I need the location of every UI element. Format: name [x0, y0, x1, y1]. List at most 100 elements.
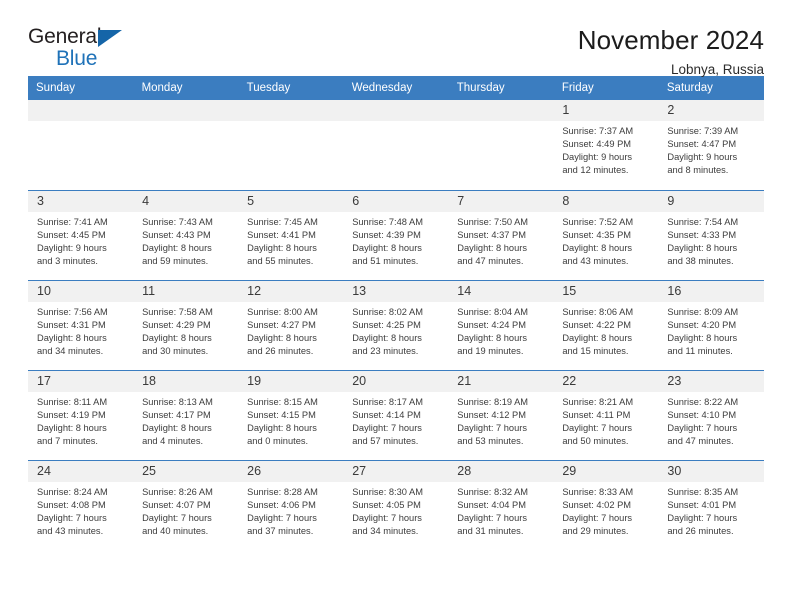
daylight-text-line2: and 51 minutes.: [352, 255, 419, 266]
calendar-day-cell[interactable]: 27 Sunrise: 8:30 AM Sunset: 4:05 PM Dayligh…: [343, 459, 449, 550]
calendar-day-cell[interactable]: 16 Sunrise: 8:09 AM Sunset: 4:20 PM Dayligh…: [658, 279, 764, 370]
sunset-text: Sunset: 4:22 PM: [562, 319, 632, 330]
weekday-header-saturday: Saturday: [658, 76, 765, 100]
day-sun-info: Sunrise: 7:39 AM Sunset: 4:47 PM Daylight:…: [658, 121, 763, 177]
calendar-day-cell[interactable]: 15 Sunrise: 8:06 AM Sunset: 4:22 PM Dayligh…: [553, 279, 659, 370]
calendar-table: Sunday Monday Tuesday Wednesday Thursday…: [28, 76, 765, 550]
daylight-text-line2: and 59 minutes.: [142, 255, 209, 266]
calendar-day-cell[interactable]: 2 Sunrise: 7:39 AM Sunset: 4:47 PM Daylight…: [658, 100, 764, 190]
day-sun-info: Sunrise: 8:26 AM Sunset: 4:07 PM Daylight:…: [133, 482, 238, 538]
calendar-day-cell[interactable]: 22 Sunrise: 8:21 AM Sunset: 4:11 PM Dayligh…: [553, 369, 659, 460]
calendar-day-cell[interactable]: 28 Sunrise: 8:32 AM Sunset: 4:04 PM Dayligh…: [448, 459, 554, 550]
day-number: 21: [448, 370, 554, 392]
calendar-week-row: 1 Sunrise: 7:37 AM Sunset: 4:49 PM Daylight…: [28, 100, 764, 190]
daylight-text-line1: Daylight: 7 hours: [37, 512, 107, 523]
daylight-text-line1: Daylight: 8 hours: [142, 332, 212, 343]
day-number: 7: [448, 190, 554, 212]
day-number: 26: [238, 460, 344, 482]
daylight-text-line1: Daylight: 8 hours: [562, 242, 633, 253]
calendar-day-cell[interactable]: 29 Sunrise: 8:33 AM Sunset: 4:02 PM Dayligh…: [553, 459, 659, 550]
sunrise-text: Sunrise: 7:52 AM: [562, 216, 634, 227]
day-sun-info: Sunrise: 8:19 AM Sunset: 4:12 PM Daylight:…: [448, 392, 553, 448]
daylight-text-line2: and 7 minutes.: [37, 435, 98, 446]
calendar-day-cell[interactable]: 17 Sunrise: 8:11 AM Sunset: 4:19 PM Dayligh…: [28, 369, 134, 460]
daylight-text-line2: and 43 minutes.: [562, 255, 629, 266]
calendar-day-cell[interactable]: 25 Sunrise: 8:26 AM Sunset: 4:07 PM Dayligh…: [133, 459, 239, 550]
day-number: 29: [553, 460, 659, 482]
calendar-day-cell[interactable]: 6 Sunrise: 7:48 AM Sunset: 4:39 PM Daylight…: [343, 189, 449, 280]
daylight-text-line1: Daylight: 8 hours: [247, 422, 317, 433]
calendar-day-cell[interactable]: 24 Sunrise: 8:24 AM Sunset: 4:08 PM Dayligh…: [28, 459, 134, 550]
day-sun-info: Sunrise: 7:56 AM Sunset: 4:31 PM Daylight:…: [28, 302, 133, 358]
calendar-day-cell[interactable]: 19 Sunrise: 8:15 AM Sunset: 4:15 PM Dayligh…: [238, 369, 344, 460]
day-sun-info: Sunrise: 8:35 AM Sunset: 4:01 PM Daylight:…: [658, 482, 763, 538]
calendar-week-row: 3 Sunrise: 7:41 AM Sunset: 4:45 PM Daylight…: [28, 189, 764, 280]
day-number: [28, 100, 134, 121]
day-number: 24: [28, 460, 134, 482]
calendar-week-row: 10 Sunrise: 7:56 AM Sunset: 4:31 PM Dayligh…: [28, 279, 764, 370]
daylight-text-line1: Daylight: 7 hours: [142, 512, 212, 523]
day-number: 8: [553, 190, 659, 212]
day-sun-info: Sunrise: 8:09 AM Sunset: 4:20 PM Daylight:…: [658, 302, 763, 358]
sunset-text: Sunset: 4:45 PM: [37, 229, 106, 240]
calendar-day-cell[interactable]: 5 Sunrise: 7:45 AM Sunset: 4:41 PM Daylight…: [238, 189, 344, 280]
calendar-day-cell[interactable]: 14 Sunrise: 8:04 AM Sunset: 4:24 PM Dayligh…: [448, 279, 554, 370]
sunset-text: Sunset: 4:12 PM: [457, 409, 526, 420]
calendar-day-cell[interactable]: 13 Sunrise: 8:02 AM Sunset: 4:25 PM Dayligh…: [343, 279, 449, 370]
sunset-text: Sunset: 4:49 PM: [562, 139, 632, 150]
sunrise-text: Sunrise: 7:54 AM: [667, 216, 739, 227]
general-blue-logo[interactable]: General Blue: [28, 26, 140, 72]
calendar-day-cell[interactable]: 18 Sunrise: 8:13 AM Sunset: 4:17 PM Dayligh…: [133, 369, 239, 460]
sunset-text: Sunset: 4:25 PM: [352, 319, 421, 330]
calendar-week-row: 17 Sunrise: 8:11 AM Sunset: 4:19 PM Dayligh…: [28, 369, 764, 460]
calendar-day-cell[interactable]: 8 Sunrise: 7:52 AM Sunset: 4:35 PM Daylight…: [553, 189, 659, 280]
daylight-text-line1: Daylight: 7 hours: [667, 422, 738, 433]
calendar-day-cell[interactable]: 4 Sunrise: 7:43 AM Sunset: 4:43 PM Daylight…: [133, 189, 239, 280]
daylight-text-line1: Daylight: 8 hours: [667, 242, 738, 253]
calendar-day-cell[interactable]: 20 Sunrise: 8:17 AM Sunset: 4:14 PM Dayligh…: [343, 369, 449, 460]
sunrise-text: Sunrise: 7:45 AM: [247, 216, 318, 227]
day-number: 25: [133, 460, 239, 482]
day-sun-info: Sunrise: 8:02 AM Sunset: 4:25 PM Daylight:…: [343, 302, 448, 358]
calendar-day-cell[interactable]: 21 Sunrise: 8:19 AM Sunset: 4:12 PM Dayligh…: [448, 369, 554, 460]
sunset-text: Sunset: 4:07 PM: [142, 499, 211, 510]
calendar-day-cell[interactable]: 11 Sunrise: 7:58 AM Sunset: 4:29 PM Dayligh…: [133, 279, 239, 370]
sunrise-text: Sunrise: 8:02 AM: [352, 306, 423, 317]
calendar-day-cell[interactable]: 3 Sunrise: 7:41 AM Sunset: 4:45 PM Daylight…: [28, 189, 134, 280]
daylight-text-line2: and 47 minutes.: [457, 255, 524, 266]
daylight-text-line1: Daylight: 9 hours: [562, 152, 633, 163]
day-number: 4: [133, 190, 239, 212]
calendar-day-cell[interactable]: 12 Sunrise: 8:00 AM Sunset: 4:27 PM Dayligh…: [238, 279, 344, 370]
calendar-day-cell[interactable]: 26 Sunrise: 8:28 AM Sunset: 4:06 PM Dayligh…: [238, 459, 344, 550]
daylight-text-line2: and 3 minutes.: [37, 255, 98, 266]
sunset-text: Sunset: 4:19 PM: [37, 409, 106, 420]
daylight-text-line1: Daylight: 8 hours: [37, 332, 107, 343]
calendar-day-cell[interactable]: 7 Sunrise: 7:50 AM Sunset: 4:37 PM Daylight…: [448, 189, 554, 280]
calendar-day-cell[interactable]: 9 Sunrise: 7:54 AM Sunset: 4:33 PM Daylight…: [658, 189, 764, 280]
calendar-cell-empty: [133, 100, 239, 190]
day-number: 12: [238, 280, 344, 302]
daylight-text-line2: and 34 minutes.: [352, 525, 419, 536]
logo-triangle-icon: [98, 30, 122, 47]
day-sun-info: Sunrise: 8:33 AM Sunset: 4:02 PM Daylight:…: [553, 482, 658, 538]
calendar-day-cell[interactable]: 30 Sunrise: 8:35 AM Sunset: 4:01 PM Dayligh…: [658, 459, 764, 550]
sunrise-text: Sunrise: 7:50 AM: [457, 216, 529, 227]
day-sun-info: Sunrise: 7:37 AM Sunset: 4:49 PM Daylight:…: [553, 121, 658, 177]
calendar-day-cell[interactable]: 23 Sunrise: 8:22 AM Sunset: 4:10 PM Dayligh…: [658, 369, 764, 460]
sunrise-text: Sunrise: 7:37 AM: [562, 126, 634, 136]
logo-word-blue: Blue: [56, 47, 98, 70]
daylight-text-line1: Daylight: 8 hours: [142, 422, 212, 433]
sunrise-text: Sunrise: 8:09 AM: [667, 306, 739, 317]
daylight-text-line2: and 8 minutes.: [667, 165, 729, 176]
day-number: 5: [238, 190, 344, 212]
daylight-text-line2: and 12 minutes.: [562, 165, 629, 176]
daylight-text-line2: and 57 minutes.: [352, 435, 419, 446]
calendar-day-cell[interactable]: 10 Sunrise: 7:56 AM Sunset: 4:31 PM Dayligh…: [28, 279, 134, 370]
day-number: 15: [553, 280, 659, 302]
daylight-text-line2: and 23 minutes.: [352, 345, 419, 356]
sunrise-text: Sunrise: 8:00 AM: [247, 306, 318, 317]
daylight-text-line2: and 15 minutes.: [562, 345, 629, 356]
calendar-cell-empty: [448, 100, 554, 190]
day-number: 30: [658, 460, 764, 482]
calendar-day-cell[interactable]: 1 Sunrise: 7:37 AM Sunset: 4:49 PM Daylight…: [553, 100, 659, 190]
